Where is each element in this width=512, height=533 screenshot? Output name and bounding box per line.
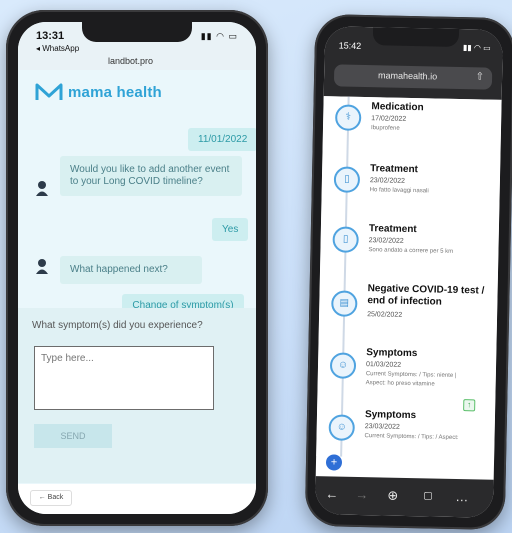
bot-avatar-icon (36, 259, 48, 274)
send-button[interactable]: SEND (34, 424, 112, 448)
timeline-title: Treatment (370, 163, 419, 176)
address-bar[interactable]: mamahealth.io ⇧ (333, 64, 493, 90)
symptom-textarea[interactable] (34, 346, 214, 410)
left-phone-screen: 13:31 ◂ WhatsApp landbot.pro ▮▮ ◠ ▭ mama… (18, 22, 256, 514)
scroll-up-button[interactable]: ↑ (463, 399, 476, 412)
user-reply: Yes (212, 218, 249, 241)
person-icon: ☺ (328, 414, 355, 441)
timeline-date: 17/02/2022 (371, 115, 407, 123)
timeline-title: Symptoms (366, 347, 418, 360)
timeline-desc: Ibuprofene (370, 125, 400, 132)
timeline-date: 23/02/2022 (369, 177, 406, 185)
timeline-date: 25/02/2022 (367, 311, 403, 319)
status-time: 15:42 (338, 40, 362, 51)
symptom-input-panel: What symptom(s) did you experience? SEND (18, 308, 256, 483)
timeline-title: Symptoms (364, 409, 417, 422)
timeline-date: 01/03/2022 (365, 361, 402, 369)
timeline-line (340, 96, 350, 457)
pills-icon: ⚕ (334, 104, 362, 131)
bot-message: Would you like to add another event to y… (60, 156, 242, 196)
back-to-app-link[interactable]: ◂ WhatsApp (36, 44, 79, 53)
timeline-date: 23/03/2022 (364, 423, 400, 431)
bottle-icon: ▯ (332, 226, 359, 253)
timeline-title: Treatment (368, 223, 417, 236)
timeline-title: Negative COVID-19 test / end of infectio… (367, 283, 485, 308)
more-icon[interactable]: … (455, 489, 468, 504)
test-icon: ▤ (331, 290, 358, 317)
new-tab-icon[interactable]: ⊕ (387, 488, 398, 504)
signal-wifi-battery-icon: ▮▮ ◠ ▭ (200, 31, 238, 41)
brand-name: mama health (68, 84, 162, 101)
bot-message: What happened next? (60, 256, 202, 284)
mama-health-logo-icon (35, 83, 63, 100)
timeline-desc: Current Symptoms: / Tips: / Aspect: (364, 433, 459, 442)
timeline-desc: Sono andato a correre per 5 km (368, 247, 454, 255)
bottle-icon: ▯ (333, 166, 361, 193)
right-phone-screen: 15:42 ▮▮ ◠ ▭ mamahealth.io ⇧ ⚕ Medicatio… (314, 26, 504, 518)
browser-toolbar: ← → ⊕ ▢ … (314, 476, 494, 518)
back-arrow-icon[interactable]: ← (325, 486, 338, 501)
timeline-title: Medication (371, 101, 424, 114)
phone-notch (372, 27, 460, 47)
symptom-question: What symptom(s) did you experience? (32, 320, 203, 331)
timeline-desc: Ho fatto lavaggi nasali (369, 187, 429, 195)
person-icon: ☺ (329, 352, 357, 379)
tabs-icon[interactable]: ▢ (423, 490, 433, 501)
share-icon[interactable]: ⇧ (476, 71, 485, 82)
add-event-button[interactable]: + (325, 454, 343, 471)
signal-wifi-battery-icon: ▮▮ ◠ ▭ (462, 43, 491, 53)
bot-avatar-icon (36, 181, 48, 196)
forward-arrow-icon[interactable]: → (355, 487, 368, 502)
right-phone: 15:42 ▮▮ ◠ ▭ mamahealth.io ⇧ ⚕ Medicatio… (304, 13, 512, 531)
left-phone: 13:31 ◂ WhatsApp landbot.pro ▮▮ ◠ ▭ mama… (6, 10, 268, 526)
phone-notch (82, 22, 192, 42)
status-time: 13:31 (36, 30, 65, 42)
bottom-bar: ← Back (18, 484, 256, 514)
timeline-date: 23/02/2022 (368, 237, 404, 245)
url-label: mamahealth.io (378, 70, 438, 82)
date-badge: 11/01/2022 (188, 128, 256, 151)
url-label[interactable]: landbot.pro (108, 56, 153, 66)
back-button[interactable]: ← Back (30, 490, 72, 506)
timeline-desc: Current Symptoms: / Tips: niente | Aspec… (365, 371, 457, 388)
